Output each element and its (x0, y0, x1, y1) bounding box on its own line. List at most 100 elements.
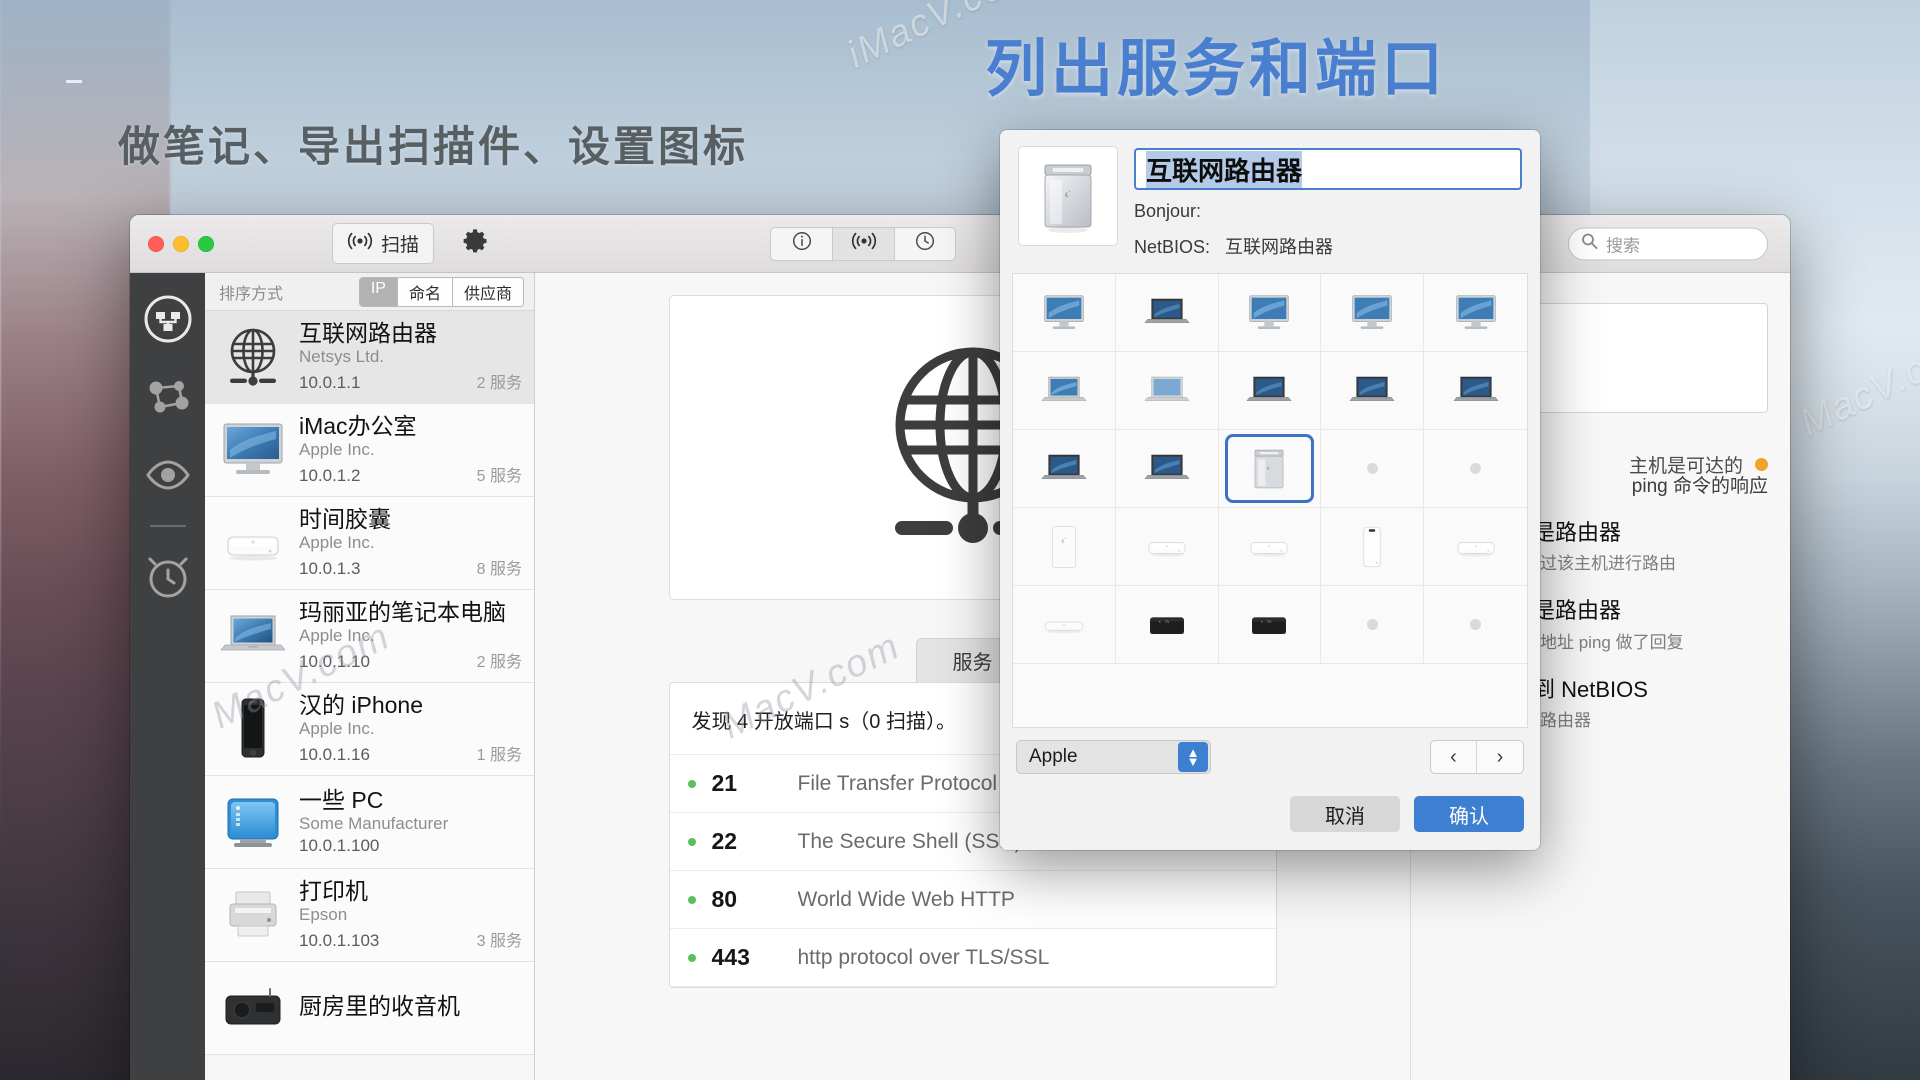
device-name: 时间胶囊 (299, 506, 391, 532)
device-service-count: 1 服务 (476, 747, 522, 765)
confirm-button[interactable]: 确认 (1414, 796, 1524, 832)
device-name: 一些 PC (299, 787, 384, 813)
decorative-dash (66, 80, 82, 83)
eye-icon (145, 460, 190, 490)
chevron-updown-icon[interactable]: ▲ ▼ (1178, 742, 1208, 772)
device-service-count: 2 服务 (476, 375, 522, 393)
scan-button[interactable]: 扫描 (332, 223, 435, 264)
device-vendor: Some Manufacturer (299, 814, 449, 834)
printer-icon (219, 883, 287, 947)
sidebar-item-monitor[interactable] (140, 447, 196, 503)
device-ip: 10.0.1.16 (299, 745, 370, 765)
network-device-icon (144, 295, 191, 343)
device-ip: 10.0.1.10 (299, 652, 370, 672)
device-list-item[interactable]: 玛丽亚的笔记本电脑 Apple Inc. 10.0.1.10 2 服务 (205, 590, 534, 683)
port-number: 80 (711, 886, 738, 912)
port-description: http protocol over TLS/SSL (797, 945, 1050, 969)
sidebar-item-topology[interactable] (140, 369, 196, 425)
maximize-button[interactable] (198, 235, 214, 252)
info-tab[interactable] (770, 226, 832, 261)
icon-grid[interactable]: TV TV (1013, 274, 1527, 664)
icon-cell-powermac-cube[interactable] (1218, 430, 1322, 508)
icon-cell-airport-white[interactable] (1115, 508, 1219, 586)
icon-cell-imac-blue[interactable] (1218, 274, 1322, 352)
port-row[interactable]: 80 World Wide Web HTTP (669, 871, 1276, 929)
chevron-right-icon[interactable]: › (1477, 741, 1523, 773)
icon-cell-empty[interactable] (1321, 430, 1425, 508)
chevron-left-icon[interactable]: ‹ (1431, 741, 1477, 773)
broadcast-icon (851, 232, 877, 255)
icon-picker-footer: 取消 确认 (1000, 780, 1540, 850)
icon-cell-empty[interactable] (1424, 586, 1527, 664)
icon-cell-macbook-dark[interactable] (1321, 352, 1425, 430)
device-list-item[interactable]: 打印机 Epson 10.0.1.103 3 服务 (205, 869, 534, 962)
icon-cell-appletv[interactable]: TV (1115, 586, 1219, 664)
close-button[interactable] (148, 235, 164, 252)
device-list[interactable]: 排序方式 IP 命名 供应商 互联网路由器 Netsys Ltd. 10.0.1… (205, 273, 535, 1080)
device-list-item[interactable]: 时间胶囊 Apple Inc. 10.0.1.3 8 服务 (205, 497, 534, 590)
search-input[interactable]: 搜索 (1606, 231, 1640, 256)
device-list-item[interactable]: 互联网路由器 Netsys Ltd. 10.0.1.1 2 服务 (205, 311, 534, 404)
netbios-label: NetBIOS: (1134, 237, 1211, 257)
device-name: 玛丽亚的笔记本电脑 (299, 599, 506, 625)
services-tab[interactable] (832, 226, 894, 261)
device-list-item[interactable]: 厨房里的收音机 (205, 962, 534, 1055)
icon-grid-scroll[interactable]: TV TV (1012, 273, 1528, 728)
radio-icon (219, 976, 287, 1040)
device-service-count: 3 服务 (476, 933, 522, 951)
port-status-dot (687, 895, 696, 904)
minimize-button[interactable] (173, 235, 189, 252)
device-service-count: 2 服务 (476, 654, 522, 672)
icon-cell-airport-flat[interactable] (1013, 586, 1116, 664)
pc-icon (219, 790, 287, 854)
search-field[interactable]: 搜索 (1568, 227, 1768, 260)
device-name-input[interactable]: 互联网路由器 (1134, 148, 1522, 190)
icon-cell-imac-blue[interactable] (1424, 274, 1527, 352)
port-status-dot (687, 837, 696, 846)
device-list-item[interactable]: iMac办公室 Apple Inc. 10.0.1.2 5 服务 (205, 404, 534, 497)
icon-page-pager[interactable]: ‹ › (1430, 740, 1524, 774)
device-vendor: Netsys Ltd. (299, 347, 385, 367)
device-thumbnail (1018, 146, 1118, 246)
vendor-popup-button[interactable]: Apple ▲ ▼ (1016, 740, 1211, 774)
icon-cell-empty[interactable] (1424, 430, 1527, 508)
icon-cell-airport-tall[interactable] (1321, 508, 1425, 586)
icon-cell-macbook-dark[interactable] (1115, 274, 1219, 352)
settings-button[interactable] (462, 227, 490, 260)
icon-cell-airport-white[interactable] (1218, 508, 1322, 586)
view-mode-segmented-control[interactable] (770, 226, 956, 261)
sort-option-ip[interactable]: IP (359, 277, 398, 306)
icon-cell-imac-blue[interactable] (1321, 274, 1425, 352)
device-list-item[interactable]: 汉的 iPhone Apple Inc. 10.0.1.16 1 服务 (205, 683, 534, 776)
device-ip: 10.0.1.103 (299, 931, 380, 951)
icon-cell-macbook-dark[interactable] (1424, 352, 1527, 430)
icon-cell-airport-white[interactable] (1424, 508, 1527, 586)
icon-cell-macbook-dark[interactable] (1013, 430, 1116, 508)
device-list-item[interactable]: 一些 PC Some Manufacturer 10.0.1.100 (205, 776, 534, 869)
device-name: 互联网路由器 (299, 320, 437, 346)
vendor-popup-value: Apple (1029, 746, 1078, 767)
icon-cell-imac-blue[interactable] (1013, 274, 1116, 352)
device-name: 打印机 (299, 878, 368, 904)
cancel-button[interactable]: 取消 (1290, 796, 1400, 832)
sort-option-vendor[interactable]: 供应商 (452, 277, 523, 306)
icon-cell-appletv[interactable]: TV (1218, 586, 1322, 664)
history-tab[interactable] (894, 226, 956, 261)
svg-text:TV: TV (1165, 619, 1170, 623)
sidebar-item-devices[interactable] (140, 291, 196, 347)
icon-cell-apple-device[interactable] (1013, 508, 1116, 586)
sort-option-name[interactable]: 命名 (397, 277, 453, 306)
icon-cell-macbook-dark[interactable] (1115, 430, 1219, 508)
icon-cell-macbook-silver[interactable] (1115, 352, 1219, 430)
sort-segmented-control[interactable]: IP 命名 供应商 (358, 276, 524, 307)
port-row[interactable]: 443 http protocol over TLS/SSL (669, 929, 1276, 987)
port-number: 22 (711, 828, 738, 854)
icon-cell-empty[interactable] (1321, 586, 1425, 664)
device-ip: 10.0.1.1 (299, 373, 361, 393)
device-vendor: Apple Inc. (299, 440, 375, 460)
icon-cell-macbook-dark[interactable] (1218, 352, 1322, 430)
bonjour-row: Bonjour: (1134, 201, 1522, 222)
icon-cell-macbook-blue[interactable] (1013, 352, 1116, 430)
sidebar-item-alarm[interactable] (140, 549, 196, 605)
search-icon (1581, 233, 1598, 255)
